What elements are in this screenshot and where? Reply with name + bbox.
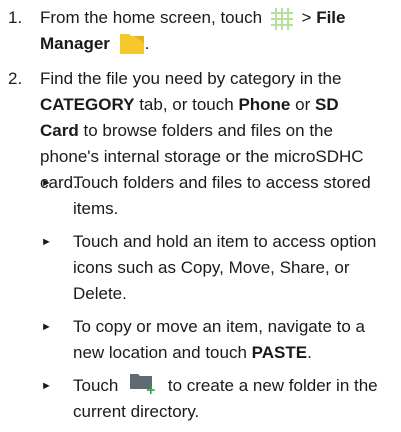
bullet-text: Touch — [73, 376, 119, 395]
file-label: File — [316, 8, 346, 27]
sd-label: SD — [314, 95, 339, 114]
phone-label: Phone — [238, 95, 291, 114]
bullet-text: To copy or move an item, navigate to a n… — [73, 317, 365, 362]
bullet-text: Touch folders and files to access stored… — [73, 173, 371, 218]
step-2-text-1: Find the file you need by category in th… — [40, 69, 342, 88]
list-item: ► Touch folders and files to access stor… — [40, 170, 395, 222]
new-folder-icon — [130, 373, 155, 394]
step-1-separator: > — [301, 8, 312, 27]
bullet-marker-icon: ► — [41, 321, 52, 333]
manager-label: Manager — [40, 34, 110, 53]
bullet-text: Touch and hold an item to access option … — [73, 232, 377, 303]
file-manager-folder-icon — [119, 33, 144, 54]
list-item: ► To copy or move an item, navigate to a… — [40, 314, 395, 366]
step-1: 1. From the home screen, touch > File Ma… — [8, 5, 393, 57]
card-label: Card — [40, 121, 79, 140]
bullet-marker-icon: ► — [41, 177, 52, 189]
list-item: ► Touch to create a new folder in the cu… — [40, 373, 395, 425]
list-item: ► Touch and hold an item to access optio… — [40, 229, 395, 307]
bullet-marker-icon: ► — [41, 236, 52, 248]
apps-grid-icon — [270, 7, 293, 30]
step-number: 1. — [8, 8, 23, 27]
step-2-text-3: or — [295, 95, 311, 114]
category-tab-label: CATEGORY — [40, 95, 135, 114]
step-2-text-2: tab, or touch — [139, 95, 234, 114]
bullet-list: ► Touch folders and files to access stor… — [40, 170, 395, 432]
bullet-marker-icon: ► — [41, 380, 52, 392]
step-1-end: . — [144, 34, 150, 53]
step-text: From the home screen, touch > File Manag… — [40, 5, 393, 57]
paste-label: PASTE — [251, 343, 308, 362]
bullet-text-end: to create a new folder in the current di… — [73, 376, 378, 421]
step-number: 2. — [8, 69, 23, 88]
bullet-text-end: . — [307, 343, 312, 362]
step-1-prefix: From the home screen, touch — [40, 8, 263, 27]
